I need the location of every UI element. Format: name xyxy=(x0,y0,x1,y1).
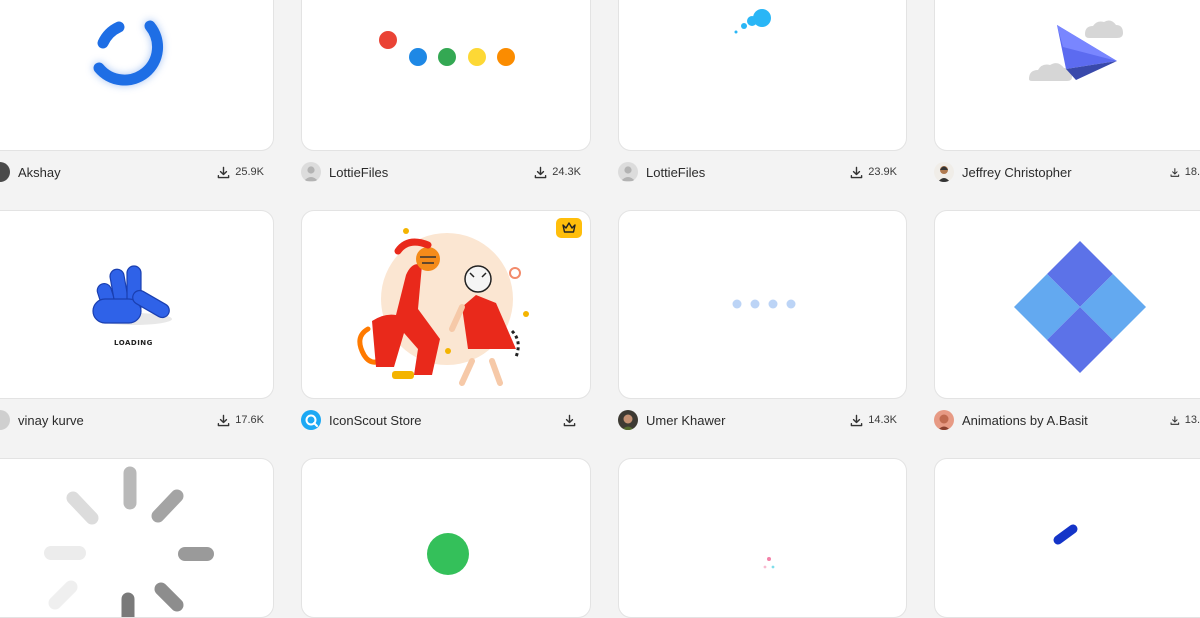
spinner-spokes-animation xyxy=(44,466,214,617)
download-icon xyxy=(217,414,230,426)
sparkle-animation xyxy=(763,557,775,569)
animation-card-12[interactable] xyxy=(934,458,1200,618)
author-name: IconScout Store xyxy=(329,412,422,428)
user-photo-icon xyxy=(0,162,10,182)
user-photo-icon xyxy=(0,410,10,430)
author-name: LottieFiles xyxy=(646,164,706,180)
google-dots-loader-animation xyxy=(379,31,515,66)
download-icon xyxy=(1170,167,1180,177)
iconscout-logo-icon xyxy=(301,410,321,430)
loading-caption: LOADING xyxy=(114,339,153,347)
author-name: Umer Khawer xyxy=(646,412,726,428)
card-1-author[interactable]: Akshay xyxy=(0,160,61,184)
download-icon xyxy=(1170,415,1180,425)
blue-dash-animation xyxy=(1053,524,1078,545)
author-name: vinay kurve xyxy=(18,412,84,428)
animation-card-4[interactable] xyxy=(934,0,1200,151)
download-count: 14.3K xyxy=(868,414,897,426)
download-count: 18. xyxy=(1184,166,1200,178)
animation-card-6[interactable] xyxy=(301,210,591,399)
card-5-downloads[interactable]: 17.6K xyxy=(194,408,264,432)
green-dot-animation xyxy=(427,533,469,575)
author-name: Jeffrey Christopher xyxy=(962,164,1072,180)
download-count: 24.3K xyxy=(552,166,581,178)
premium-badge xyxy=(556,218,582,238)
default-avatar-icon xyxy=(301,162,321,182)
spinner-ring-animation xyxy=(93,20,164,87)
download-icon xyxy=(534,166,547,178)
card-8-downloads[interactable]: 13. xyxy=(1130,408,1200,432)
animation-card-5[interactable]: LOADING xyxy=(0,210,274,399)
card-3-author[interactable]: LottieFiles xyxy=(618,160,705,184)
paper-plane-animation xyxy=(1029,20,1123,81)
card-7-author[interactable]: Umer Khawer xyxy=(618,408,725,432)
crown-icon xyxy=(562,222,576,233)
animation-card-2[interactable] xyxy=(301,0,591,151)
card-2-author[interactable]: LottieFiles xyxy=(301,160,388,184)
animation-card-9[interactable] xyxy=(0,458,274,618)
default-avatar-icon xyxy=(618,162,638,182)
animation-card-3[interactable] xyxy=(618,0,907,151)
card-6-author[interactable]: IconScout Store xyxy=(301,408,422,432)
card-6-downloads[interactable] xyxy=(511,408,581,432)
card-7-downloads[interactable]: 14.3K xyxy=(827,408,897,432)
card-1-downloads[interactable]: 25.9K xyxy=(194,160,264,184)
download-icon xyxy=(850,166,863,178)
animation-card-8[interactable] xyxy=(934,210,1200,399)
bubble-dots-animation xyxy=(734,9,771,34)
download-count: 23.9K xyxy=(868,166,897,178)
download-count: 17.6K xyxy=(235,414,264,426)
diamond-tiles-animation xyxy=(1014,241,1146,373)
card-4-downloads[interactable]: 18. xyxy=(1130,160,1200,184)
card-3-downloads[interactable]: 23.9K xyxy=(827,160,897,184)
download-count: 13. xyxy=(1184,414,1200,426)
download-icon xyxy=(217,166,230,178)
author-name: Akshay xyxy=(18,164,61,180)
user-photo-icon xyxy=(618,410,638,430)
four-dots-loader-animation xyxy=(732,299,796,309)
animation-card-1[interactable] xyxy=(0,0,274,151)
author-name: Animations by A.Basit xyxy=(962,412,1088,428)
waving-hand-loading-animation xyxy=(92,265,172,325)
animation-card-7[interactable] xyxy=(618,210,907,399)
card-4-author[interactable]: Jeffrey Christopher xyxy=(934,160,1072,184)
user-photo-icon xyxy=(934,410,954,430)
card-5-author[interactable]: vinay kurve xyxy=(0,408,84,432)
download-icon xyxy=(850,414,863,426)
animation-card-11[interactable] xyxy=(618,458,907,618)
tiger-dance-illustration xyxy=(357,228,529,386)
download-icon xyxy=(563,414,576,426)
author-name: LottieFiles xyxy=(329,164,389,180)
card-2-downloads[interactable]: 24.3K xyxy=(511,160,581,184)
animation-card-10[interactable] xyxy=(301,458,591,618)
download-count: 25.9K xyxy=(235,166,264,178)
user-photo-icon xyxy=(934,162,954,182)
card-8-author[interactable]: Animations by A.Basit xyxy=(934,408,1088,432)
